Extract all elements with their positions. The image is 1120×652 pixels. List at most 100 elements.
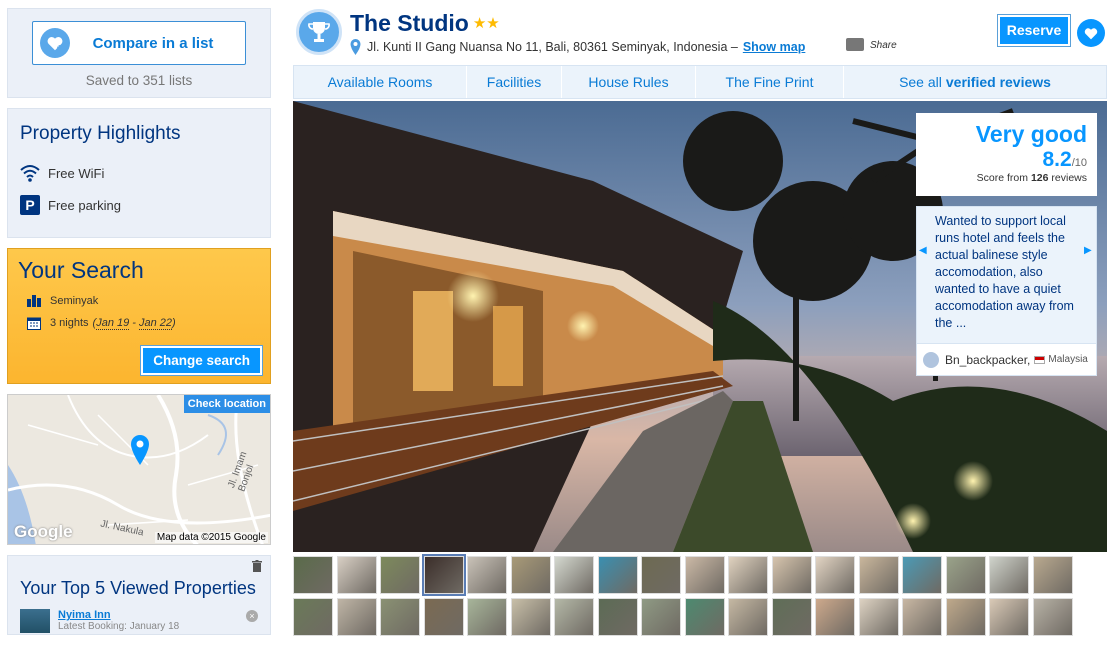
share-button[interactable]: Share: [846, 38, 897, 51]
highlight-parking: P Free parking: [20, 193, 258, 217]
checkout-date: Jan 22: [139, 317, 173, 330]
search-title: Your Search: [18, 257, 144, 283]
photo-thumbnail[interactable]: [641, 598, 681, 636]
property-sub: Latest Booking: January 18: [58, 621, 180, 632]
trash-icon[interactable]: [252, 560, 262, 575]
photo-thumbnail[interactable]: [380, 598, 420, 636]
checkin-date: Jan 19: [96, 317, 130, 330]
search-destination: Seminyak: [18, 290, 260, 312]
location-map[interactable]: Jl. Imam Bonjol Jl. Nakula Check locatio…: [7, 394, 271, 545]
property-highlights: Property Highlights Free WiFi P Free par…: [7, 108, 271, 238]
chevron-right-icon[interactable]: ▶: [1084, 245, 1094, 265]
photo-thumbnail[interactable]: [510, 556, 551, 594]
star-rating: ★★: [472, 15, 500, 32]
photo-thumbnail[interactable]: [858, 598, 899, 636]
photo-thumbnails: [293, 554, 1107, 636]
photo-thumbnail[interactable]: [989, 598, 1029, 636]
author-country: Malaysia: [1048, 354, 1088, 365]
photo-thumbnail[interactable]: [728, 556, 768, 594]
property-thumbnail: [20, 609, 50, 633]
destination-text: Seminyak: [50, 295, 99, 307]
photo-thumbnail[interactable]: [336, 598, 377, 636]
compare-panel: Compare in a list Saved to 351 lists: [7, 8, 271, 98]
photo-thumbnail[interactable]: [684, 598, 725, 636]
photo-thumbnail[interactable]: [1032, 598, 1073, 636]
highlight-label: Free parking: [48, 197, 121, 213]
review-score-card[interactable]: Very good 8.2/10 Score from 126 reviews: [916, 113, 1097, 196]
tab-facilities[interactable]: Facilities: [467, 66, 562, 98]
hotel-address: Jl. Kunti II Gang Nuansa No 11, Bali, 80…: [350, 39, 805, 55]
photo-thumbnail[interactable]: [815, 556, 855, 594]
search-dates: 3 nights (Jan 19 - Jan 22): [18, 312, 260, 334]
photo-thumbnail[interactable]: [771, 598, 812, 636]
saved-count: Saved to 351 lists: [85, 73, 193, 88]
reserve-button[interactable]: Reserve: [997, 14, 1071, 47]
trophy-badge-icon: [296, 9, 342, 55]
highlight-label: Free WiFi: [48, 165, 105, 181]
your-search-panel: Your Search Seminyak 3 nights (Jan 19 - …: [7, 248, 271, 384]
photo-thumbnail[interactable]: [597, 556, 638, 594]
photo-thumbnail[interactable]: [1032, 556, 1073, 594]
photo-thumbnail[interactable]: [858, 556, 899, 594]
photo-thumbnail[interactable]: [554, 556, 594, 594]
photo-thumbnail[interactable]: [815, 598, 855, 636]
calendar-icon: [18, 316, 50, 330]
property-link[interactable]: Nyima Inn: [58, 609, 179, 621]
map-pin-icon: [131, 435, 149, 465]
photo-thumbnail[interactable]: [467, 556, 507, 594]
tab-available-rooms[interactable]: Available Rooms: [294, 66, 467, 98]
score-value: 8.2/10: [1042, 148, 1088, 171]
map-attribution: Map data ©2015 Google: [154, 532, 268, 543]
tab-verified-reviews[interactable]: See all verified reviews: [844, 66, 1106, 98]
photo-thumbnail[interactable]: [510, 598, 551, 636]
photo-thumbnail[interactable]: [989, 556, 1029, 594]
photo-thumbnail[interactable]: [423, 598, 464, 636]
address-text: Jl. Kunti II Gang Nuansa No 11, Bali, 80…: [367, 40, 738, 54]
save-favorite-button[interactable]: [1077, 19, 1105, 47]
hotel-name: The Studio: [350, 10, 469, 36]
map-marker-icon: [350, 39, 361, 55]
tab-fine-print[interactable]: The Fine Print: [696, 66, 844, 98]
list-item[interactable]: Nyima Inn Latest Booking: January 18: [20, 609, 258, 633]
photo-thumbnail[interactable]: [945, 598, 986, 636]
photo-thumbnail[interactable]: [684, 556, 725, 594]
chevron-left-icon[interactable]: ◀: [919, 245, 929, 265]
photo-thumbnail[interactable]: [293, 556, 333, 594]
photo-thumbnail[interactable]: [597, 598, 638, 636]
avatar-icon: [923, 351, 939, 368]
photo-thumbnail[interactable]: [421, 554, 466, 596]
photo-thumbnail[interactable]: [945, 556, 986, 594]
author-name: Bn_backpacker,: [945, 352, 1031, 367]
photo-thumbnail[interactable]: [467, 598, 507, 636]
photo-thumbnail[interactable]: [554, 598, 594, 636]
compare-label: Compare in a list: [92, 34, 214, 52]
parking-icon: P: [20, 195, 48, 215]
photo-thumbnail[interactable]: [902, 598, 942, 636]
review-snippet-card: ◀ ▶ Wanted to support local runs hotel a…: [916, 206, 1097, 376]
wifi-icon: [20, 164, 48, 182]
heart-plus-icon: [33, 28, 77, 58]
compare-in-list-button[interactable]: Compare in a list: [32, 21, 246, 65]
hotel-title: The Studio ★★: [350, 10, 500, 37]
photo-thumbnail[interactable]: [902, 556, 942, 594]
review-author: Bn_backpacker, Malaysia: [917, 343, 1096, 375]
photo-thumbnail[interactable]: [336, 556, 377, 594]
top5-title: Your Top 5 Viewed Properties: [20, 578, 256, 598]
change-search-button[interactable]: Change search: [140, 345, 263, 376]
highlight-wifi: Free WiFi: [20, 161, 258, 185]
photo-thumbnail[interactable]: [380, 556, 420, 594]
photo-thumbnail[interactable]: [728, 598, 768, 636]
tab-house-rules[interactable]: House Rules: [562, 66, 696, 98]
review-text: Wanted to support local runs hotel and f…: [935, 214, 1074, 330]
nights-text: 3 nights: [50, 317, 89, 329]
malaysia-flag-icon: [1034, 355, 1046, 364]
score-from: Score from 126 reviews: [976, 172, 1087, 184]
date-range[interactable]: (Jan 19 - Jan 22): [93, 317, 176, 330]
photo-thumbnail[interactable]: [641, 556, 681, 594]
photo-thumbnail[interactable]: [293, 598, 333, 636]
check-location-button[interactable]: Check location: [183, 395, 270, 413]
hotel-tabs: Available Rooms Facilities House Rules T…: [293, 65, 1107, 99]
show-map-link[interactable]: Show map: [743, 40, 806, 54]
photo-thumbnail[interactable]: [771, 556, 812, 594]
remove-icon[interactable]: ×: [246, 610, 258, 622]
